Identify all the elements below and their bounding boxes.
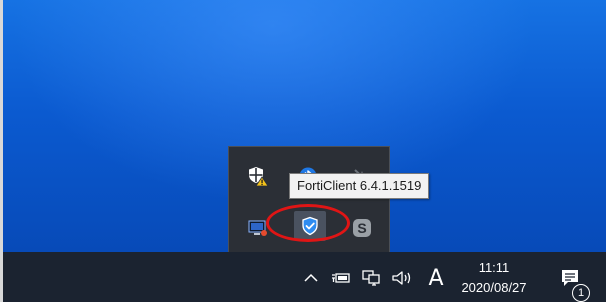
show-hidden-icons-button[interactable] xyxy=(300,265,322,291)
forticlient-tooltip: FortiClient 6.4.1.1519 xyxy=(289,173,430,199)
chevron-up-icon xyxy=(304,273,318,282)
highlight-circle xyxy=(266,204,350,242)
taskbar: A 11:11 2020/08/27 xyxy=(0,252,606,302)
clock-date: 2020/08/27 xyxy=(461,280,527,295)
network-button[interactable] xyxy=(360,265,382,291)
power-plug-battery-icon xyxy=(332,273,350,283)
clock-time: 11:11 xyxy=(478,260,510,275)
speaker-volume-icon xyxy=(392,271,411,285)
tray-item-skype[interactable]: S xyxy=(347,213,377,243)
power-battery-button[interactable] xyxy=(330,265,352,291)
svg-text:S: S xyxy=(357,220,366,236)
notification-count-badge: 1 xyxy=(572,284,590,302)
windows-security-warning-icon xyxy=(249,167,269,187)
screenshot-border xyxy=(0,0,3,302)
volume-button[interactable] xyxy=(390,265,414,291)
skype-icon: S xyxy=(353,219,371,237)
tray-item-windows-security[interactable] xyxy=(243,161,273,191)
ime-mode-indicator[interactable]: A xyxy=(424,263,448,293)
network-wired-icon xyxy=(362,270,380,286)
taskbar-clock[interactable]: 11:11 2020/08/27 xyxy=(452,256,536,298)
